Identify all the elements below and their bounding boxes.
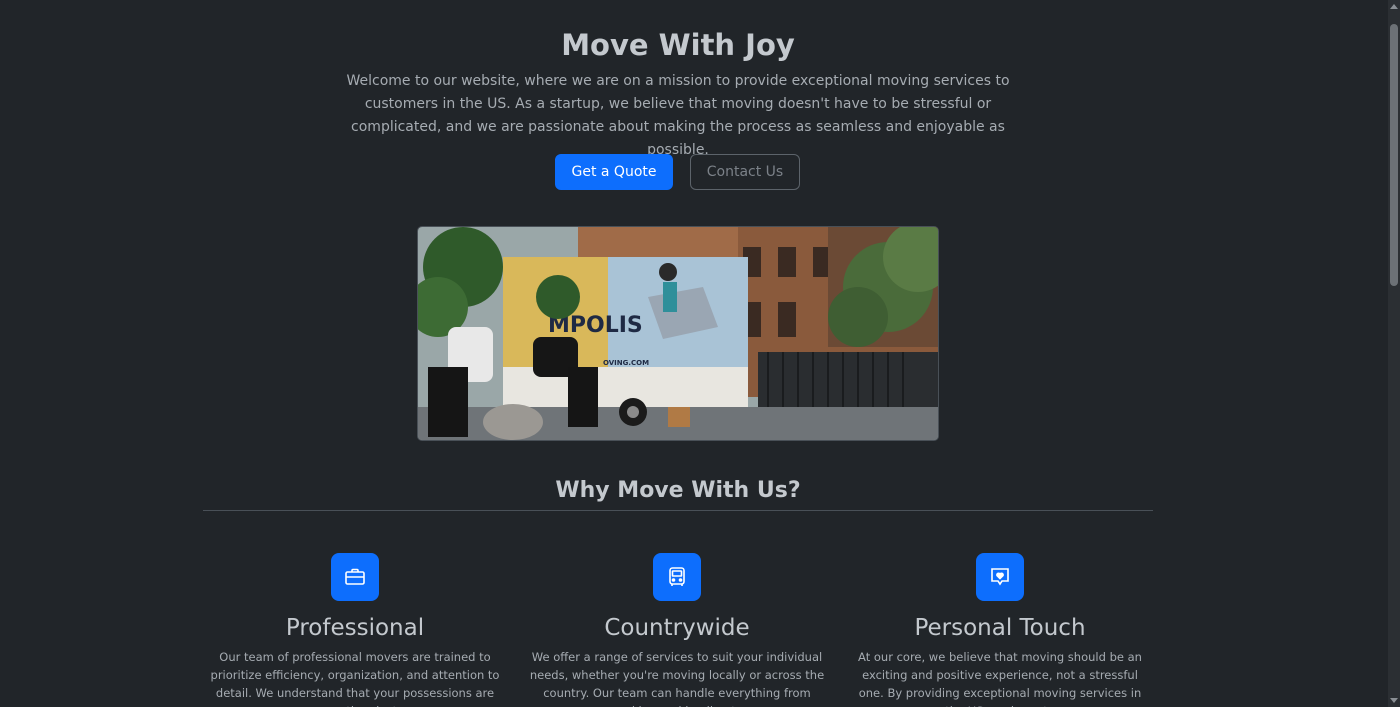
vertical-scrollbar[interactable] bbox=[1388, 0, 1400, 707]
feature-countrywide: Countrywide We offer a range of services… bbox=[522, 553, 832, 707]
contact-us-button[interactable]: Contact Us bbox=[690, 154, 800, 190]
why-move-title: Why Move With Us? bbox=[555, 478, 801, 503]
truck-website-text: OVING.COM bbox=[603, 359, 649, 367]
briefcase-icon bbox=[331, 553, 379, 601]
feature-professional: Professional Our team of professional mo… bbox=[200, 553, 510, 707]
get-quote-button[interactable]: Get a Quote bbox=[555, 154, 673, 190]
feature-text: Our team of professional movers are trai… bbox=[210, 650, 500, 707]
feature-personal-touch: Personal Touch At our core, we believe t… bbox=[845, 553, 1155, 707]
scroll-up-arrow-icon[interactable] bbox=[1390, 4, 1398, 9]
feature-title: Professional bbox=[285, 615, 425, 641]
feature-title: Personal Touch bbox=[914, 615, 1086, 641]
section-divider bbox=[203, 510, 1153, 511]
hero-description: Welcome to our website, where we are on … bbox=[346, 73, 1010, 158]
hero-title: Move With Joy bbox=[561, 28, 795, 62]
heart-chat-icon bbox=[976, 553, 1024, 601]
bus-icon bbox=[653, 553, 701, 601]
scrollbar-thumb[interactable] bbox=[1390, 24, 1398, 286]
feature-title: Countrywide bbox=[604, 615, 750, 641]
scroll-down-arrow-icon[interactable] bbox=[1390, 698, 1398, 703]
feature-text: We offer a range of services to suit you… bbox=[529, 650, 825, 707]
page: Move With Joy Welcome to our website, wh… bbox=[0, 0, 1400, 707]
feature-text: At our core, we believe that moving shou… bbox=[858, 650, 1142, 707]
hero-image-movers: MPOLIS OVING.COM bbox=[417, 226, 939, 441]
